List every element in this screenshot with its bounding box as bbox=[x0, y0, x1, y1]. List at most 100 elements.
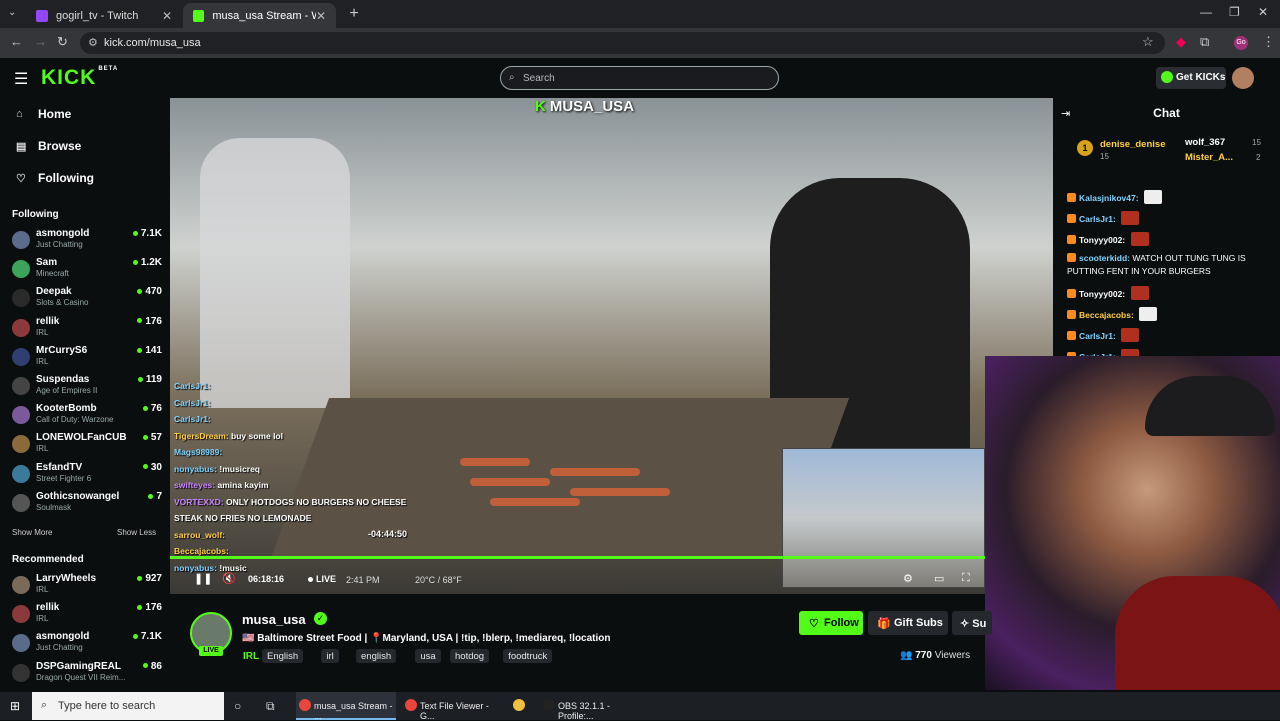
channel-viewers: 7 bbox=[148, 491, 162, 502]
sidebar-channel[interactable]: LarryWheels IRL 927 bbox=[12, 573, 162, 601]
sidebar-channel[interactable]: MrCurryS6 IRL 141 bbox=[12, 345, 162, 373]
sidebar-channel[interactable]: asmongold Just Chatting 7.1K bbox=[12, 228, 162, 256]
profile-icon[interactable]: Go bbox=[1234, 36, 1248, 50]
close-window-icon[interactable]: ✕ bbox=[1258, 5, 1268, 19]
overlay-chat-line: nonyabus: !musicreq bbox=[174, 461, 424, 478]
pause-icon[interactable]: ❚❚ bbox=[194, 572, 212, 585]
nav-browse[interactable]: ▤ Browse bbox=[16, 139, 81, 153]
sidebar-channel[interactable]: Suspendas Age of Empires II 119 bbox=[12, 374, 162, 402]
settings-icon[interactable]: ⚙ bbox=[903, 572, 913, 585]
back-icon[interactable]: ← bbox=[10, 34, 23, 49]
close-tab-icon[interactable]: ✕ bbox=[316, 9, 326, 23]
taskbar-app[interactable]: musa_usa Stream - ... bbox=[296, 692, 396, 721]
mute-icon[interactable]: 🔇 bbox=[222, 572, 236, 585]
tab-list-icon[interactable]: ⌄ bbox=[8, 7, 16, 18]
follow-button[interactable]: ♡ Follow bbox=[799, 611, 863, 635]
tab-twitch[interactable]: gogirl_tv - Twitch ✕ bbox=[26, 3, 182, 28]
minimize-icon[interactable]: — bbox=[1200, 5, 1212, 19]
kick-logo[interactable]: KICK BETA bbox=[41, 66, 118, 90]
bookmark-star-icon[interactable]: ☆ bbox=[1142, 34, 1154, 50]
chat-username[interactable]: Beccajacobs: bbox=[1079, 310, 1134, 320]
chat-username[interactable]: Tonyyy002: bbox=[1079, 289, 1125, 299]
tag-chip[interactable]: foodtruck bbox=[503, 649, 553, 663]
nav-following[interactable]: ♡ Following bbox=[16, 171, 94, 185]
video-player[interactable]: K MUSA_USA CarlsJr1: CarlsJr1: CarlsJr1: … bbox=[170, 98, 1053, 594]
channel-category: Minecraft bbox=[36, 269, 69, 279]
sidebar-channel[interactable]: Gothicsnowangel Soulmask 7 bbox=[12, 491, 162, 519]
theater-mode-icon[interactable]: ▭ bbox=[934, 572, 944, 585]
live-indicator[interactable]: LIVE bbox=[308, 574, 336, 584]
sidebar-channel[interactable]: DSPGamingREAL Dragon Quest VII Reim... 86 bbox=[12, 661, 162, 689]
stream-category[interactable]: IRL bbox=[243, 651, 259, 662]
menu-icon[interactable]: ☰ bbox=[14, 69, 28, 89]
sidebar-channel[interactable]: LONEWOLFanCUB IRL 57 bbox=[12, 432, 162, 460]
tag-chip[interactable]: usa bbox=[415, 649, 441, 663]
leaderboard-name[interactable]: denise_denise bbox=[1100, 139, 1165, 150]
subscribe-button[interactable]: ✧ Su bbox=[952, 611, 992, 635]
live-dot-icon bbox=[132, 260, 138, 266]
sidebar-channel[interactable]: asmongold Just Chatting 7.1K bbox=[12, 631, 162, 659]
live-dot-icon bbox=[142, 663, 148, 669]
taskbar-app[interactable]: Text File Viewer - G... bbox=[402, 692, 502, 721]
live-dot-icon bbox=[142, 406, 148, 412]
chat-message: CarlsJr1: bbox=[1067, 211, 1267, 226]
chat-title: Chat bbox=[1153, 106, 1180, 120]
overlay-chat-text: amina kayim bbox=[217, 480, 269, 490]
following-header: Following bbox=[12, 209, 59, 220]
reload-icon[interactable]: ↻ bbox=[57, 34, 68, 50]
sidebar-channel[interactable]: Sam Minecraft 1.2K bbox=[12, 257, 162, 285]
seek-bar[interactable] bbox=[170, 556, 985, 559]
browser-menu-icon[interactable]: ⋮ bbox=[1262, 34, 1275, 50]
sidebar-channel[interactable]: rellik IRL 176 bbox=[12, 316, 162, 344]
channel-name[interactable]: musa_usa bbox=[242, 612, 306, 627]
leaderboard-name[interactable]: Mister_A... bbox=[1185, 152, 1233, 163]
sidebar-channel[interactable]: rellik IRL 176 bbox=[12, 602, 162, 630]
cortana-icon[interactable]: ○ bbox=[234, 699, 241, 713]
tag-chip[interactable]: irl bbox=[321, 649, 339, 663]
taskbar-search-input[interactable]: ⌕ Type here to search bbox=[32, 692, 224, 720]
tag-chip[interactable]: hotdog bbox=[450, 649, 490, 663]
site-info-icon[interactable]: ⚙ bbox=[88, 36, 98, 49]
chat-username[interactable]: Kalasjnikov47: bbox=[1079, 193, 1139, 203]
user-avatar[interactable] bbox=[1232, 67, 1254, 89]
chat-username[interactable]: scooterkidd: bbox=[1079, 253, 1130, 263]
new-tab-icon[interactable]: + bbox=[344, 4, 364, 24]
elapsed-time: 06:18:16 bbox=[248, 574, 285, 584]
viewer-count: 76 bbox=[150, 403, 162, 415]
chat-username[interactable]: Tonyyy002: bbox=[1079, 235, 1125, 245]
show-less-link[interactable]: Show Less bbox=[117, 528, 156, 537]
windows-start-icon[interactable]: ⊞ bbox=[10, 699, 20, 713]
url-input[interactable]: ⚙ kick.com/musa_usa bbox=[80, 32, 1165, 54]
tab-kick[interactable]: musa_usa Stream - Watch Live ✕ bbox=[183, 3, 336, 28]
tag-chip[interactable]: english bbox=[356, 649, 397, 663]
sidebar-channel[interactable]: KooterBomb Call of Duty: Warzone 76 bbox=[12, 403, 162, 431]
browse-icon: ▤ bbox=[16, 140, 27, 153]
show-more-link[interactable]: Show More bbox=[12, 528, 52, 537]
leaderboard-name[interactable]: wolf_367 bbox=[1185, 137, 1225, 148]
sidebar-channel[interactable]: Deepak Slots & Casino 470 bbox=[12, 286, 162, 314]
app-icon bbox=[513, 699, 525, 711]
fullscreen-icon[interactable]: ⛶ bbox=[962, 572, 970, 585]
nav-home[interactable]: ⌂ Home bbox=[16, 107, 71, 121]
channel-viewers: 76 bbox=[142, 403, 162, 415]
recommended-header: Recommended bbox=[12, 554, 84, 565]
extensions-puzzle-icon[interactable]: ⧉ bbox=[1200, 34, 1209, 50]
extension-icon[interactable]: ◆ bbox=[1176, 34, 1186, 50]
taskbar-app[interactable]: OBS 32.1.1 - Profile:... bbox=[540, 692, 640, 721]
channel-avatar bbox=[12, 576, 30, 594]
chat-username[interactable]: CarlsJr1: bbox=[1079, 214, 1116, 224]
channel-avatar bbox=[12, 318, 30, 337]
close-tab-icon[interactable]: ✕ bbox=[162, 9, 172, 23]
taskbar-app[interactable] bbox=[510, 692, 532, 720]
maximize-icon[interactable]: ❐ bbox=[1229, 5, 1240, 19]
gift-subs-button[interactable]: 🎁 Gift Subs bbox=[868, 611, 948, 635]
sidebar-channel[interactable]: EsfandTV Street Fighter 6 30 bbox=[12, 462, 162, 490]
channel-category: Call of Duty: Warzone bbox=[36, 415, 114, 425]
channel-viewers: 57 bbox=[142, 432, 162, 443]
get-kicks-button[interactable]: Get KICKs bbox=[1156, 67, 1226, 89]
tag-chip[interactable]: English bbox=[262, 649, 304, 663]
chat-username[interactable]: CarlsJr1: bbox=[1079, 331, 1116, 341]
task-view-icon[interactable]: ⧉ bbox=[266, 699, 275, 714]
search-input[interactable]: ⌕ Search bbox=[500, 66, 779, 90]
forward-icon[interactable]: → bbox=[34, 34, 47, 49]
